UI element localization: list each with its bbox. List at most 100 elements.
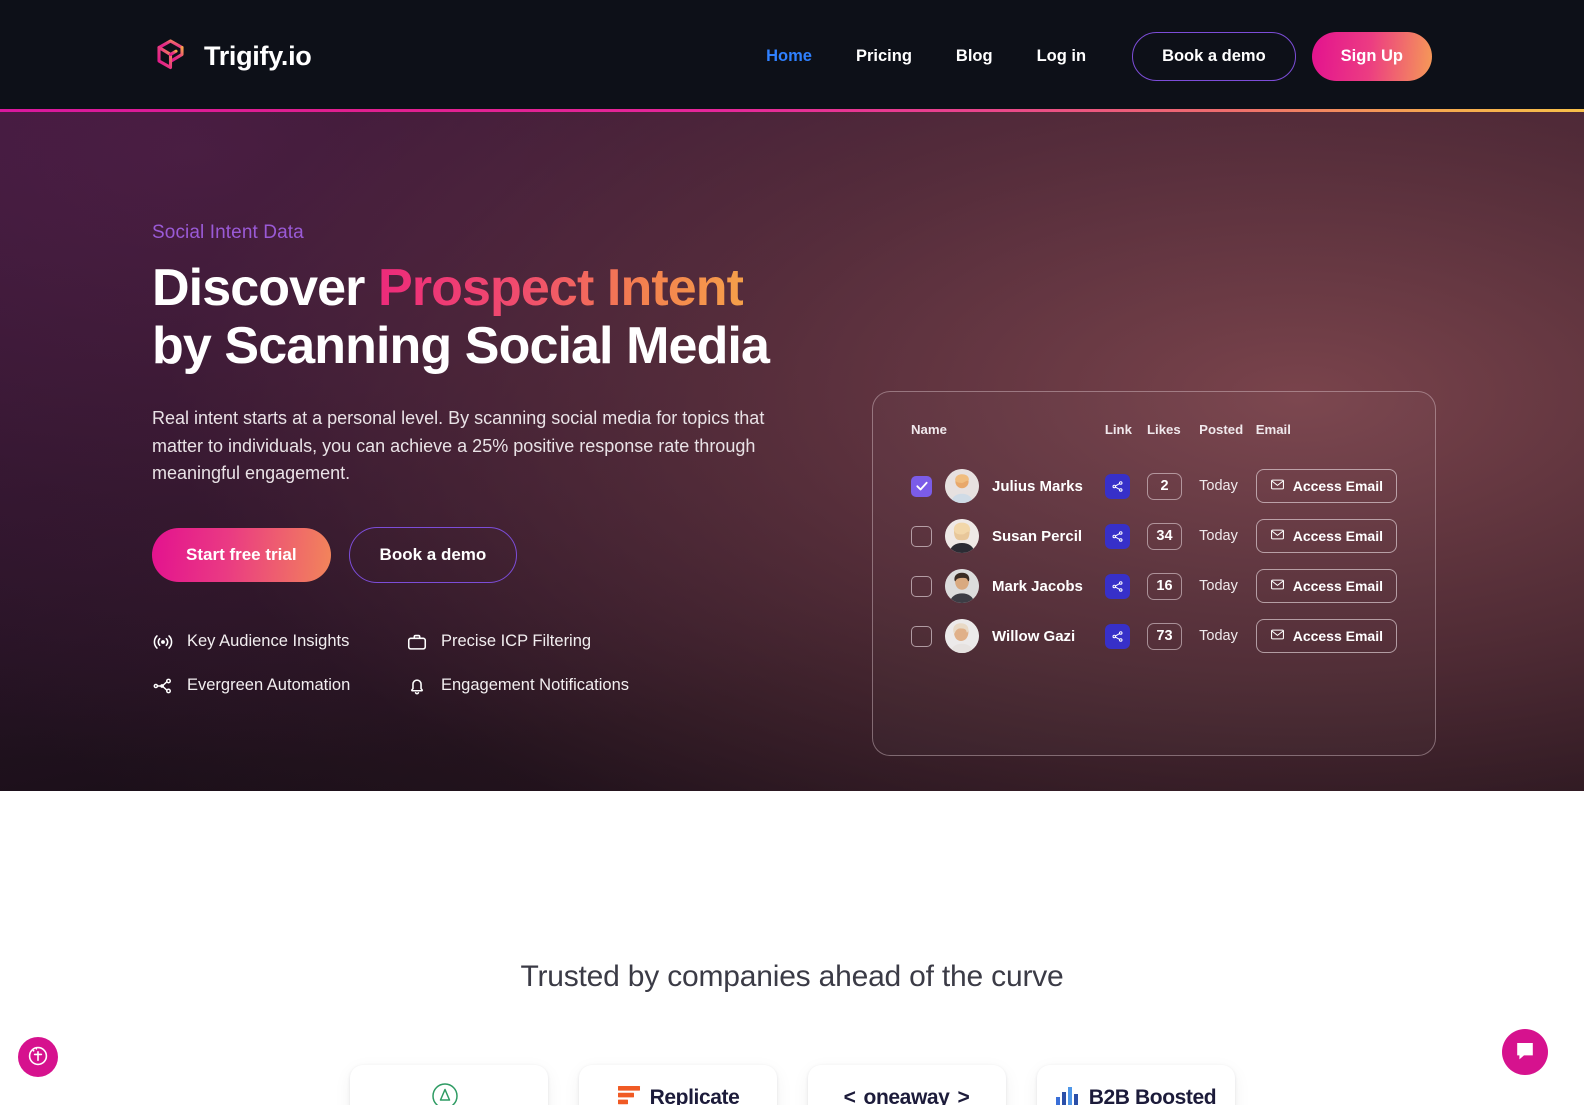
nav-item-home[interactable]: Home xyxy=(744,47,834,66)
cell-link xyxy=(1104,611,1147,661)
partner-logo-name: Replicate xyxy=(649,1086,740,1105)
nav-item-login[interactable]: Log in xyxy=(1015,47,1108,66)
hero-description: Real intent starts at a personal level. … xyxy=(152,408,765,484)
cell-email: Access Email xyxy=(1255,511,1397,561)
bell-icon xyxy=(406,675,428,697)
feature-label: Evergreen Automation xyxy=(187,676,351,695)
posted-time: Today xyxy=(1199,628,1238,644)
likes-count: 16 xyxy=(1146,572,1182,600)
prospect-name: Julius Marks xyxy=(992,477,1083,495)
cell-link xyxy=(1104,511,1147,561)
access-email-label: Access Email xyxy=(1292,628,1383,644)
brand-name: Trigify.io xyxy=(204,40,312,71)
feature-evergreen-automation: Evergreen Automation xyxy=(152,675,406,697)
access-email-label: Access Email xyxy=(1292,478,1383,494)
envelope-icon xyxy=(1270,477,1285,495)
partner-logo-name: B2B Boosted xyxy=(1088,1086,1217,1105)
hero-title-accent: Prospect Intent xyxy=(378,259,744,317)
site-header: Trigify.io Home Pricing Blog Log in Book… xyxy=(0,0,1584,112)
trigify-logo-icon xyxy=(152,36,192,76)
sign-up-button[interactable]: Sign Up xyxy=(1311,31,1432,81)
row-checkbox[interactable] xyxy=(911,575,932,597)
column-header-likes: Likes xyxy=(1146,422,1181,437)
page-title: Discover Prospect Intent by Scanning Soc… xyxy=(152,259,852,375)
book-demo-button[interactable]: Book a demo xyxy=(1132,31,1296,81)
posted-time: Today xyxy=(1199,528,1238,544)
posted-time: Today xyxy=(1199,478,1238,494)
feature-label: Key Audience Insights xyxy=(187,632,350,651)
share-link-icon[interactable] xyxy=(1104,523,1130,549)
nav-item-blog[interactable]: Blog xyxy=(934,47,1015,66)
column-header-link: Link xyxy=(1104,422,1132,437)
feature-key-audience-insights: Key Audience Insights xyxy=(152,631,406,653)
nav-item-pricing[interactable]: Pricing xyxy=(834,47,934,66)
hero-feature-list: Key Audience Insights Precise ICP Filter… xyxy=(152,631,792,697)
trusted-by-title: Trusted by companies ahead of the curve xyxy=(520,960,1064,993)
prospect-name: Willow Gazi xyxy=(992,627,1076,645)
avatar xyxy=(945,519,979,553)
cell-name: Susan Percil xyxy=(911,511,1105,561)
cell-email: Access Email xyxy=(1255,461,1397,511)
access-email-button[interactable]: Access Email xyxy=(1255,569,1397,603)
start-free-trial-button[interactable]: Start free trial xyxy=(152,527,331,582)
table-row: Mark Jacobs 16 Today Access Email xyxy=(911,561,1397,611)
share-link-icon[interactable] xyxy=(1104,573,1130,599)
cell-posted: Today xyxy=(1199,461,1256,511)
partner-logo-card xyxy=(349,1065,548,1105)
table-row: Willow Gazi 73 Today Access Email xyxy=(911,611,1397,661)
feature-engagement-notifications: Engagement Notifications xyxy=(406,675,792,697)
row-checkbox[interactable] xyxy=(911,525,932,547)
envelope-icon xyxy=(1270,527,1285,545)
access-email-button[interactable]: Access Email xyxy=(1255,519,1397,553)
access-email-button[interactable]: Access Email xyxy=(1255,469,1397,503)
share-network-icon xyxy=(152,675,174,697)
cell-link xyxy=(1104,561,1147,611)
cell-likes: 34 xyxy=(1146,511,1199,561)
hero-title-line2: by Scanning Social Media xyxy=(152,317,770,376)
prospect-name: Mark Jacobs xyxy=(992,577,1083,595)
column-header-name: Name xyxy=(911,422,947,437)
prospect-name: Susan Percil xyxy=(992,527,1083,545)
envelope-icon xyxy=(1270,577,1285,595)
column-header-posted: Posted xyxy=(1199,422,1244,437)
cell-posted: Today xyxy=(1199,511,1256,561)
table-row: Susan Percil 34 Today Access Email xyxy=(911,511,1397,561)
main-navigation: Home Pricing Blog Log in Book a demo Sig… xyxy=(744,31,1432,81)
cell-likes: 2 xyxy=(1146,461,1199,511)
cell-email: Access Email xyxy=(1255,611,1397,661)
row-checkbox[interactable] xyxy=(911,625,932,647)
avatar xyxy=(945,469,979,503)
brand-logo[interactable]: Trigify.io xyxy=(152,36,312,76)
chat-bubble-icon xyxy=(1513,1039,1537,1066)
cell-link xyxy=(1104,461,1147,511)
cell-likes: 16 xyxy=(1146,561,1199,611)
share-link-icon[interactable] xyxy=(1104,623,1130,649)
cell-posted: Today xyxy=(1199,611,1256,661)
radar-icon xyxy=(152,631,174,653)
access-email-label: Access Email xyxy=(1292,578,1383,594)
access-email-button[interactable]: Access Email xyxy=(1255,619,1397,653)
hero-book-demo-button[interactable]: Book a demo xyxy=(348,526,518,583)
hero-cta-group: Start free trial Book a demo xyxy=(152,526,852,583)
feature-precise-icp-filtering: Precise ICP Filtering xyxy=(406,631,792,653)
partner-logo-card: < oneaway > xyxy=(807,1065,1006,1105)
oneaway-logo-right-chevron: > xyxy=(957,1086,970,1105)
partner-logo-name: oneaway xyxy=(863,1086,950,1105)
avatar xyxy=(945,619,979,653)
replicate-logo-icon xyxy=(616,1083,642,1105)
chat-widget-button[interactable] xyxy=(1502,1029,1548,1075)
feature-label: Engagement Notifications xyxy=(441,676,630,695)
accessibility-widget-button[interactable] xyxy=(18,1037,58,1077)
partner-logo-card: Replicate xyxy=(578,1065,777,1105)
likes-count: 34 xyxy=(1146,522,1182,550)
avatar xyxy=(945,569,979,603)
envelope-icon xyxy=(1270,627,1285,645)
row-checkbox[interactable] xyxy=(911,475,932,497)
prospect-table: Name Link Likes Posted Email Julius Mark… xyxy=(911,422,1397,661)
cell-email: Access Email xyxy=(1255,561,1397,611)
share-link-icon[interactable] xyxy=(1104,473,1130,499)
access-email-label: Access Email xyxy=(1292,528,1383,544)
hero-title-line1-plain: Discover xyxy=(152,259,379,317)
accessibility-icon xyxy=(26,1044,50,1071)
oneaway-logo-left-chevron: < xyxy=(843,1086,856,1105)
